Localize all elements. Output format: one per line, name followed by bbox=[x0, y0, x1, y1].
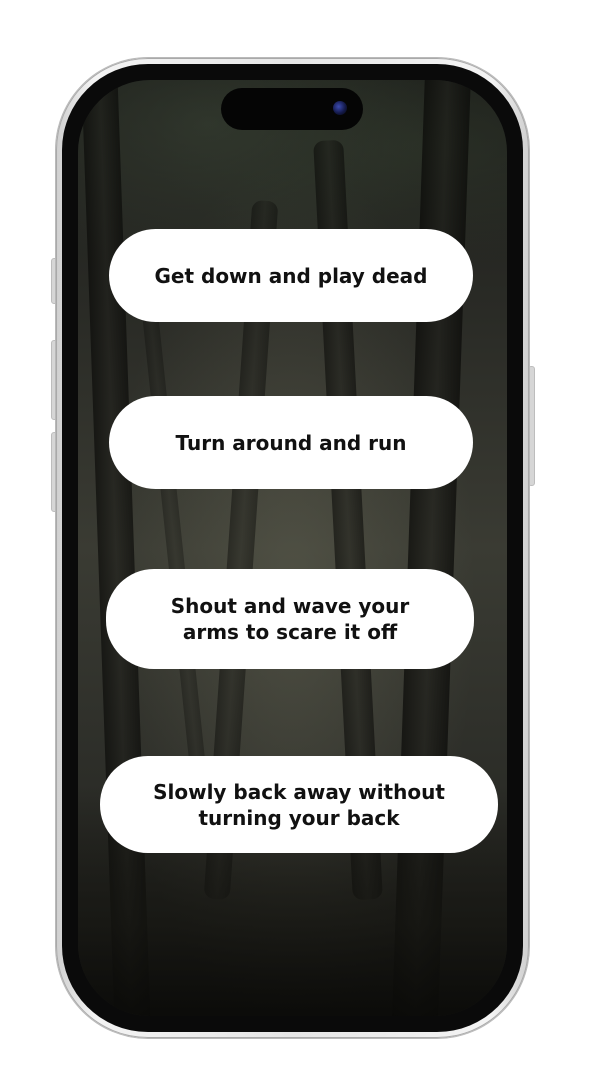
power-button bbox=[528, 366, 535, 486]
choice-label: Shout and wave your arms to scare it off bbox=[170, 594, 410, 644]
front-camera-icon bbox=[333, 101, 347, 115]
dynamic-island bbox=[221, 88, 363, 130]
choice-button-shout-and-wave[interactable]: Shout and wave your arms to scare it off bbox=[106, 569, 474, 669]
phone-frame bbox=[56, 58, 529, 1038]
choice-label: Slowly back away without turning your ba… bbox=[153, 779, 445, 830]
choice-button-back-away[interactable]: Slowly back away without turning your ba… bbox=[100, 756, 498, 853]
phone-mockup: Get down and play dead Turn around and r… bbox=[0, 0, 590, 1080]
choice-label: Turn around and run bbox=[175, 430, 407, 455]
phone-bezel bbox=[62, 64, 523, 1032]
choice-button-run[interactable]: Turn around and run bbox=[109, 396, 473, 489]
choice-label: Get down and play dead bbox=[154, 263, 428, 288]
choice-button-play-dead[interactable]: Get down and play dead bbox=[109, 229, 473, 322]
screen-background-forest bbox=[78, 80, 507, 1016]
